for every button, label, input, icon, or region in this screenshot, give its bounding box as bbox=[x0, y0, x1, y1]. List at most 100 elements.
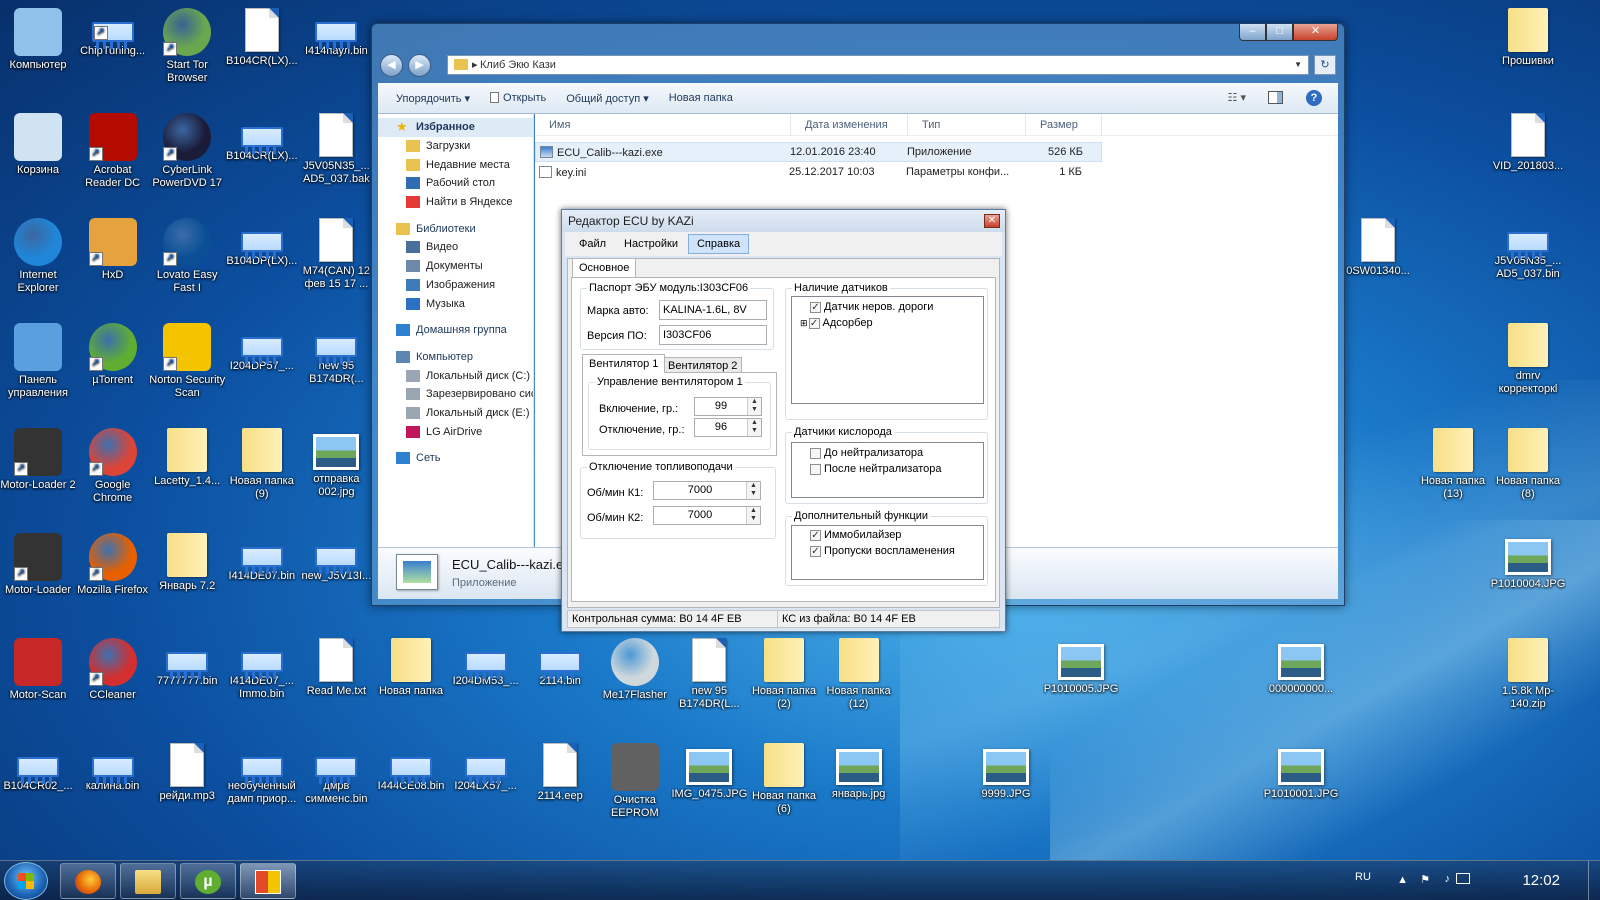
view-options-icon[interactable]: ☷ ▾ bbox=[1228, 91, 1246, 104]
desktop-icon[interactable]: Internet Explorer bbox=[0, 212, 76, 295]
address-bar[interactable]: ▸ Клиб Экю Кази ▼ bbox=[447, 55, 1309, 75]
desktop-icon[interactable]: ↗ Norton Security Scan bbox=[149, 317, 225, 400]
desktop-icon[interactable]: Компьютер bbox=[0, 2, 76, 72]
show-desktop-button[interactable] bbox=[1588, 861, 1600, 900]
spin-arrows-icon[interactable]: ▲ ▼ bbox=[747, 419, 761, 436]
nav-item[interactable]: Загрузки bbox=[378, 137, 533, 156]
desktop-icon[interactable]: B104DP(LX)... bbox=[224, 212, 300, 268]
menu-file[interactable]: Файл bbox=[571, 235, 614, 253]
desktop-icon[interactable]: I204DP57_... bbox=[224, 317, 300, 373]
desktop-icon[interactable]: 1.5.8k Mp-140.zip bbox=[1490, 632, 1566, 711]
desktop-icon[interactable]: 0SW01340... bbox=[1340, 212, 1416, 278]
desktop-icon[interactable]: ↗ µTorrent bbox=[75, 317, 151, 387]
desktop-icon[interactable]: P1010001.JPG bbox=[1263, 737, 1339, 801]
desktop-icon[interactable]: Новая папка bbox=[373, 632, 449, 698]
nav-item[interactable]: Домашняя группа bbox=[378, 321, 533, 340]
desktop-icon[interactable]: 9999.JPG bbox=[968, 737, 1044, 801]
desktop-icon[interactable]: ↗ Acrobat Reader DC bbox=[75, 107, 151, 190]
nav-item[interactable]: Изображения bbox=[378, 276, 533, 295]
desktop-icon[interactable]: ↗ Motor-Loader bbox=[0, 527, 76, 597]
spin-arrows-icon[interactable]: ▲ ▼ bbox=[746, 507, 760, 524]
menu-help[interactable]: Справка bbox=[687, 234, 750, 254]
desktop-icon[interactable]: ↗ Start Tor Browser bbox=[149, 2, 225, 85]
nav-item[interactable]: Найти в Яндексе bbox=[378, 193, 533, 212]
desktop-icon[interactable]: необученный дамп приор... bbox=[224, 737, 300, 806]
desktop-icon[interactable]: P1010004.JPG bbox=[1490, 527, 1566, 591]
nav-item[interactable]: Музыка bbox=[378, 294, 533, 313]
misfire-checkbox[interactable]: ✓ Пропуски воспламенения bbox=[810, 545, 955, 557]
tab-main[interactable]: Основное bbox=[572, 258, 637, 278]
desktop-icon[interactable]: рейди.mp3 bbox=[149, 737, 225, 803]
desktop-icon[interactable]: Новая папка (2) bbox=[746, 632, 822, 711]
rpm-k1-stepper[interactable]: 7000 ▲ ▼ bbox=[653, 481, 761, 500]
desktop-icon[interactable]: dmrv корректоркl bbox=[1490, 317, 1566, 396]
desktop-icon[interactable]: ↗ Motor-Loader 2 bbox=[0, 422, 76, 492]
desktop-icon[interactable]: 2114.eep bbox=[522, 737, 598, 803]
file-row[interactable]: key.ini 25.12.2017 10:03 Параметры конфи..… bbox=[535, 162, 1102, 182]
desktop-icon[interactable]: J5V05N35_... AD5_037.bak bbox=[298, 107, 374, 186]
chevron-down-icon[interactable]: ▼ bbox=[1294, 56, 1302, 74]
pre-cat-checkbox[interactable]: До нейтрализатора bbox=[810, 447, 923, 459]
organize-button[interactable]: Упорядочить ▾ bbox=[388, 89, 478, 108]
network-icon[interactable] bbox=[1456, 873, 1470, 884]
help-icon[interactable]: ? bbox=[1306, 90, 1322, 106]
column-name[interactable]: Имя bbox=[535, 113, 791, 136]
desktop-icon[interactable]: J5V05N35_... AD5_037.bin bbox=[1490, 212, 1566, 281]
preview-pane-icon[interactable] bbox=[1268, 91, 1283, 104]
speaker-icon[interactable]: ♪ bbox=[1445, 873, 1451, 885]
car-field[interactable]: KALINA-1.6L, 8V bbox=[659, 300, 767, 320]
desktop-icon[interactable]: Очистка EEPROM bbox=[597, 737, 673, 820]
desktop-icon[interactable]: I414DE07.bin bbox=[224, 527, 300, 583]
desktop-icon[interactable]: Me17Flasher bbox=[597, 632, 673, 702]
desktop-icon[interactable]: B104CR(LX)... bbox=[224, 107, 300, 163]
desktop-icon[interactable]: калина.bin bbox=[75, 737, 151, 793]
tray-arrow-icon[interactable]: ▲ bbox=[1397, 874, 1408, 886]
desktop-icon[interactable]: дмрв симменс.bin bbox=[298, 737, 374, 806]
desktop-icon[interactable]: new 95 B174DR(L... bbox=[671, 632, 747, 711]
taskbar-firefox[interactable] bbox=[60, 863, 116, 899]
close-button[interactable]: ✕ bbox=[984, 214, 1000, 228]
tab-fan-1[interactable]: Вентилятор 1 bbox=[582, 354, 666, 373]
nav-item[interactable]: Видео bbox=[378, 238, 533, 257]
back-button[interactable]: ◀ bbox=[380, 54, 403, 77]
taskbar-ecu-editor[interactable] bbox=[240, 863, 296, 899]
nav-item[interactable]: Зарезервировано системой bbox=[378, 385, 533, 404]
adsorber-checkbox[interactable]: ⊞ ✓ Адсорбер bbox=[800, 317, 873, 329]
refresh-icon[interactable]: ↻ bbox=[1314, 55, 1336, 75]
spin-arrows-icon[interactable]: ▲ ▼ bbox=[746, 482, 760, 499]
new-folder-button[interactable]: Новая папка bbox=[661, 89, 741, 107]
nav-item[interactable]: LG AirDrive bbox=[378, 422, 533, 441]
nav-item[interactable]: Недавние места bbox=[378, 155, 533, 174]
nav-item[interactable]: Локальный диск (C:) bbox=[378, 366, 533, 385]
desktop-icon[interactable]: ↗ Mozilla Firefox bbox=[75, 527, 151, 597]
desktop-icon[interactable]: P1010005.JPG bbox=[1043, 632, 1119, 696]
desktop-icon[interactable]: I444CE08.bin bbox=[373, 737, 449, 793]
nav-item[interactable]: Документы bbox=[378, 257, 533, 276]
menu-settings[interactable]: Настройки bbox=[616, 235, 686, 253]
desktop-icon[interactable]: 7777777.bin bbox=[149, 632, 225, 688]
column-size[interactable]: Размер bbox=[1026, 113, 1102, 136]
desktop-icon[interactable]: new_J5V13I... bbox=[298, 527, 374, 583]
expand-icon[interactable]: ⊞ bbox=[800, 318, 808, 329]
language-indicator[interactable]: RU bbox=[1355, 857, 1385, 897]
desktop-icon[interactable]: отправка 002.jpg bbox=[298, 422, 374, 499]
share-button[interactable]: Общий доступ ▾ bbox=[558, 89, 656, 108]
desktop-icon[interactable]: ↗ CyberLink PowerDVD 17 bbox=[149, 107, 225, 190]
desktop-icon[interactable]: B104CR02_... bbox=[0, 737, 76, 793]
desktop-icon[interactable]: январь.jpg bbox=[821, 737, 897, 801]
desktop-icon[interactable]: I204DM53_... bbox=[448, 632, 524, 688]
desktop-icon[interactable]: ↗ ChipTuning... bbox=[75, 2, 151, 58]
rpm-k2-stepper[interactable]: 7000 ▲ ▼ bbox=[653, 506, 761, 525]
desktop-icon[interactable]: M74(CAN) 12 фев 15 17 ... bbox=[298, 212, 374, 291]
nav-item[interactable]: Компьютер bbox=[378, 348, 533, 367]
desktop-icon[interactable]: Новая папка (13) bbox=[1415, 422, 1491, 501]
desktop-icon[interactable]: I204LX57_... bbox=[448, 737, 524, 793]
clock[interactable]: 12:02 bbox=[1522, 872, 1560, 889]
desktop-icon[interactable]: Январь 7.2 bbox=[149, 527, 225, 593]
desktop-icon[interactable]: Новая папка (12) bbox=[821, 632, 897, 711]
desktop-icon[interactable]: Панель управления bbox=[0, 317, 76, 400]
file-row[interactable]: ECU_Calib---kazi.exe 12.01.2016 23:40 Прил… bbox=[535, 142, 1102, 162]
nav-item[interactable]: Библиотеки bbox=[378, 219, 533, 238]
road-sensor-checkbox[interactable]: ✓ Датчик неров. дороги bbox=[810, 301, 933, 313]
desktop-icon[interactable]: ↗ CCleaner bbox=[75, 632, 151, 702]
